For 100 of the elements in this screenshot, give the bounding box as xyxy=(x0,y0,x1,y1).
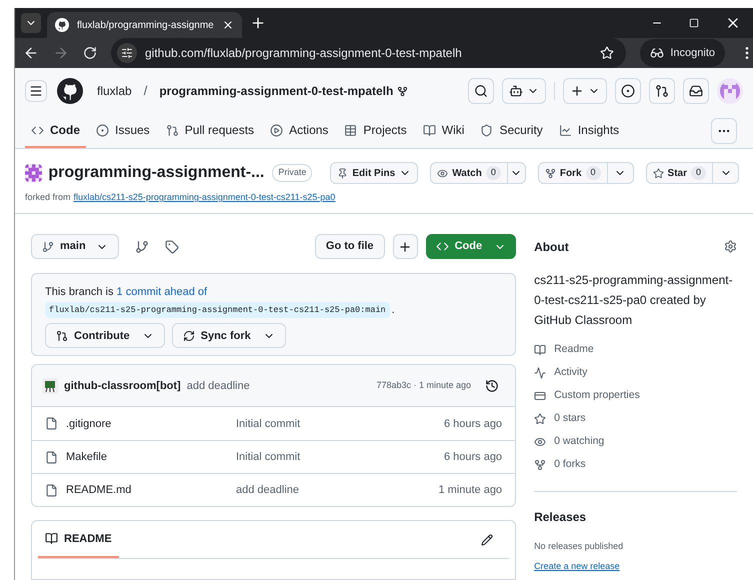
site-info-button[interactable] xyxy=(117,43,137,63)
repo-action-button[interactable]: Fork 0 xyxy=(538,162,608,184)
incognito-icon xyxy=(650,46,664,60)
nav-tab[interactable]: Actions xyxy=(264,114,334,148)
repo-action-button[interactable]: Star 0 xyxy=(646,162,713,184)
fork-icon xyxy=(544,168,556,178)
reload-icon[interactable] xyxy=(83,46,97,60)
plus-icon xyxy=(398,240,412,254)
file-commit-message[interactable]: Initial commit xyxy=(236,416,444,432)
search-button[interactable] xyxy=(468,78,494,104)
file-commit-message[interactable]: Initial commit xyxy=(236,449,444,466)
copilot-button[interactable] xyxy=(502,78,546,104)
inbox-icon xyxy=(689,84,703,98)
tab-list-button[interactable] xyxy=(21,13,41,33)
github-logo-icon[interactable] xyxy=(57,78,83,104)
issue-icon xyxy=(621,84,635,98)
maximize-icon[interactable] xyxy=(689,18,699,28)
about-link[interactable]: 0 forks xyxy=(554,456,586,472)
file-icon xyxy=(45,417,58,430)
avatar-icon[interactable] xyxy=(717,78,743,104)
count-badge: 0 xyxy=(586,166,601,180)
new-tab-icon[interactable] xyxy=(250,15,266,31)
code-icon xyxy=(31,124,44,136)
about-link[interactable]: 0 watching xyxy=(554,434,604,450)
period-text: . xyxy=(392,302,395,318)
readme-tab[interactable]: README xyxy=(38,521,119,558)
settings-icon[interactable] xyxy=(724,240,737,253)
repo-link[interactable]: programming-assignment-0-test-mpatelh xyxy=(159,82,394,100)
back-icon[interactable] xyxy=(23,45,39,61)
star-icon xyxy=(534,412,546,424)
book-icon xyxy=(45,532,58,546)
nav-tab[interactable]: Pull requests xyxy=(160,114,260,148)
commit-author[interactable]: github-classroom[bot] xyxy=(64,378,181,394)
dropdown-button[interactable] xyxy=(508,162,526,184)
file-commit-message[interactable]: add deadline xyxy=(236,482,438,498)
go-to-file-button[interactable]: Go to file xyxy=(314,234,385,259)
pull-request-icon xyxy=(166,124,179,136)
browser-tab[interactable]: fluxlab/programming-assignme xyxy=(47,12,242,38)
chart-icon xyxy=(558,124,572,136)
sync-fork-button[interactable]: Sync fork xyxy=(172,323,286,348)
sliders-icon xyxy=(121,47,133,59)
nav-tab[interactable]: Issues xyxy=(90,114,156,148)
close-icon[interactable] xyxy=(222,19,234,31)
bookmark-star-icon[interactable] xyxy=(600,46,614,60)
branches-icon[interactable] xyxy=(134,240,149,254)
contribute-button[interactable]: Contribute xyxy=(45,323,165,348)
pulse-icon xyxy=(534,366,546,378)
nav-tab[interactable]: Projects xyxy=(338,114,413,148)
nav-tab[interactable]: Insights xyxy=(552,114,626,148)
code-button[interactable]: Code xyxy=(426,234,516,259)
inbox-button[interactable] xyxy=(683,78,709,104)
issue-icon xyxy=(96,124,109,136)
bot-avatar-icon xyxy=(42,378,58,394)
incognito-chip[interactable]: Incognito xyxy=(640,39,725,67)
pull-requests-button[interactable] xyxy=(649,78,675,104)
book-icon xyxy=(422,124,436,136)
commit-meta: 778ab3c · 1 minute ago xyxy=(376,379,472,392)
path-separator: / xyxy=(144,82,148,100)
forked-from-link[interactable]: fluxlab/cs211-s25-programming-assignment-0-test-cs211-s25-pa0 xyxy=(74,191,336,204)
menu-button[interactable] xyxy=(25,80,47,102)
eye-icon xyxy=(534,436,546,448)
forward-icon[interactable] xyxy=(53,45,69,61)
fork-icon xyxy=(397,86,408,96)
pull-request-icon xyxy=(655,84,669,98)
repo-avatar-icon xyxy=(25,164,42,182)
tag-icon[interactable] xyxy=(164,240,179,254)
table-icon xyxy=(344,124,358,136)
nav-tab[interactable]: Security xyxy=(474,114,549,148)
create-button[interactable] xyxy=(563,78,607,104)
about-link[interactable]: Activity xyxy=(554,364,588,380)
nav-tab[interactable]: Wiki xyxy=(416,114,470,148)
about-link[interactable]: Readme xyxy=(554,342,594,358)
owner-link[interactable]: fluxlab xyxy=(97,82,132,100)
nav-tab[interactable]: Code xyxy=(25,114,86,148)
releases-note: No releases published xyxy=(534,540,624,553)
file-name[interactable]: .gitignore xyxy=(66,416,236,432)
file-icon xyxy=(45,450,58,464)
repo-action-button[interactable]: Edit Pins xyxy=(330,162,418,184)
repo-title: programming-assignment-... xyxy=(48,163,264,183)
about-link[interactable]: 0 stars xyxy=(554,410,586,426)
commits-ahead-link[interactable]: 1 commit ahead of xyxy=(116,286,208,298)
file-name[interactable]: Makefile xyxy=(66,449,236,466)
about-link[interactable]: Custom properties xyxy=(554,388,640,404)
visibility-label: Private xyxy=(272,164,312,182)
branch-status-text: This branch is xyxy=(45,286,114,298)
issues-button[interactable] xyxy=(615,78,641,104)
add-file-button[interactable] xyxy=(392,234,418,259)
search-icon xyxy=(474,84,488,98)
commit-message[interactable]: add deadline xyxy=(186,378,250,394)
branch-selector[interactable]: main xyxy=(31,234,119,259)
count-badge: 0 xyxy=(486,166,501,180)
forked-from-label: forked from xyxy=(25,191,71,204)
history-icon[interactable] xyxy=(485,378,500,393)
address-bar[interactable]: github.com/fluxlab/programming-assignment-0-test-mpatelh xyxy=(111,38,626,68)
create-release-link[interactable]: Create a new release xyxy=(534,561,620,571)
edit-icon[interactable] xyxy=(481,534,494,546)
file-name[interactable]: README.md xyxy=(66,482,236,498)
about-description: cs211-s25-programming-assignment-0-test-cs211-s25-pa0 created by GitHub Classroom xyxy=(534,272,734,328)
tab-title: fluxlab/programming-assignme xyxy=(77,18,214,32)
repo-action-button[interactable]: Watch 0 xyxy=(430,162,508,184)
